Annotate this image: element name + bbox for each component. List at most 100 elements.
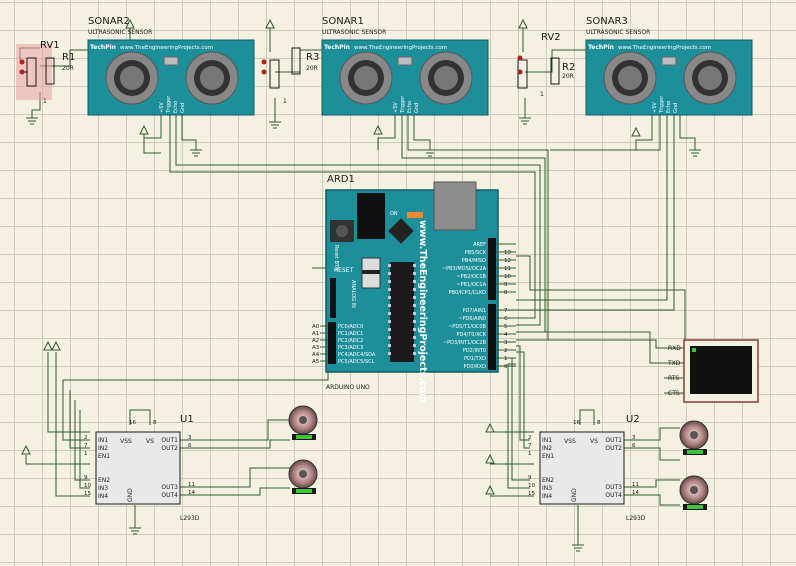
digital-header-bottom — [488, 304, 496, 370]
board-url: www.TheEngineeringProjects.com — [417, 220, 428, 403]
chip-pin-number: 16 — [129, 420, 136, 426]
digital-pin-number: 12 — [504, 258, 511, 264]
motor-indicator — [687, 505, 703, 509]
digital-pin-number: 4 — [504, 332, 508, 338]
chip-part: L293D — [626, 515, 646, 522]
chip-pin-number: 15 — [84, 491, 91, 497]
sonar-brand: TechPin — [324, 44, 350, 51]
motor-3[interactable] — [679, 420, 709, 455]
chip-ref: U1 — [180, 414, 194, 425]
analog-pin-label: PC2/ADC2 — [338, 338, 363, 344]
sonar-brand: TechPin — [588, 44, 614, 51]
chip-pin-number: 16 — [573, 420, 580, 426]
motor-2[interactable] — [288, 459, 318, 494]
sonar-url: www.TheEngineeringProjects.com — [120, 45, 213, 51]
resistor-value: 20R — [306, 65, 318, 72]
pin-number: 1 — [540, 91, 544, 98]
sonar-url: www.TheEngineeringProjects.com — [618, 45, 711, 51]
chip-pin-label: VS — [590, 438, 598, 445]
digital-pin-label: PB0/ICP1/CLKO — [449, 290, 486, 296]
chip-pin-number: 6 — [188, 443, 192, 449]
virtual-terminal[interactable]: RXD TXD RTS CTS — [664, 339, 759, 403]
potentiometer-rv2[interactable]: RV2 R2 20R 1 — [517, 32, 576, 98]
potentiometer-rv1[interactable]: RV1 R1 20R 1 — [16, 40, 75, 105]
terminal-pin-cts: CTS — [668, 390, 680, 397]
sonar3-sensor[interactable]: SONAR3 ULTRASONIC SENSOR TechPin www.The… — [585, 16, 753, 116]
analog-pin-number: A3 — [312, 345, 320, 351]
arduino-ref: ARD1 — [327, 174, 355, 185]
digital-pin-label: PD2/INT0 — [463, 348, 486, 354]
chip-pin-label: IN4 — [542, 493, 552, 500]
on-label: ON — [390, 211, 398, 217]
atmega-chip — [390, 262, 414, 362]
terminal-cursor — [692, 348, 696, 352]
sonar-ref: SONAR1 — [322, 16, 364, 27]
digital-pin-number: 6 — [504, 316, 508, 322]
digital-pin-number: 11 — [504, 266, 511, 272]
chip-pin-label: IN1 — [98, 437, 108, 444]
chip-pin-number: 14 — [632, 490, 639, 496]
digital-pin-number: 3 — [504, 340, 508, 346]
l293d-driver-u2[interactable]: U2 L293D GND IN1 2 IN2 7 EN1 1 EN2 9 IN3 10 IN4 15 O… — [528, 414, 646, 522]
chip-part: L293D — [180, 515, 200, 522]
resistor-ref: R1 — [62, 52, 75, 63]
sonar-pin-gnd: Gnd — [180, 103, 186, 113]
sonar1-sensor[interactable]: SONAR1 ULTRASONIC SENSOR TechPin www.The… — [321, 16, 489, 116]
chip-pin-label: OUT2 — [161, 445, 178, 452]
digital-pin-label: ~PD3/INT1/OC2B — [443, 340, 487, 346]
sonar-pin-echo: Echo — [666, 101, 672, 113]
reset-pin-label: RESET — [334, 267, 354, 274]
sonar-url: www.TheEngineeringProjects.com — [354, 45, 447, 51]
sonar2-sensor[interactable]: SONAR2 ULTRASONIC SENSOR TechPin www.The… — [87, 16, 255, 116]
chip-pin-number: 9 — [84, 475, 88, 481]
sonar-pin-vcc: +5V — [652, 102, 658, 113]
chip-pin-label: VSS — [564, 438, 576, 445]
analog-pin-number: A5 — [312, 359, 320, 365]
chip-pin-number: 1 — [528, 451, 532, 457]
pin-number: 1 — [43, 98, 47, 105]
chip-pin-number: 6 — [632, 443, 636, 449]
sonar-pin-echo: Echo — [173, 101, 179, 113]
chip-pin-label: IN3 — [542, 485, 552, 492]
schematic-diagram: RV1 R1 20R 1 R3 20R 1 RV2 R2 20R 1 SONAR… — [16, 16, 759, 552]
terminal-screen — [690, 346, 752, 394]
resistor-ref: R2 — [562, 62, 575, 73]
sonar-pin-trigger: Trigger — [659, 95, 665, 114]
power-jack — [357, 193, 385, 239]
chip-pin-number: 2 — [528, 435, 532, 441]
chip-pin-label: OUT2 — [605, 445, 622, 452]
motor-1[interactable] — [288, 405, 318, 440]
pot-ref: RV1 — [40, 40, 60, 51]
analog-header — [328, 322, 336, 364]
chip-pin-label: EN2 — [98, 477, 110, 484]
chip-pin-label: OUT4 — [161, 492, 178, 499]
chip-pin-label: OUT3 — [161, 484, 178, 491]
digital-pin-number: 7 — [504, 308, 508, 314]
chip-pin-label: IN2 — [98, 445, 108, 452]
on-led — [407, 212, 423, 218]
chip-pin-label: IN3 — [98, 485, 108, 492]
chip-pin-number: 2 — [84, 435, 88, 441]
digital-pin-number: 10 — [504, 274, 511, 280]
chip-pin-number: 1 — [84, 451, 88, 457]
digital-pin-label: PB4/MISO — [462, 258, 486, 264]
terminal-pin-rxd: RXD — [668, 345, 681, 352]
potentiometer-r3[interactable]: R3 20R 1 — [261, 47, 320, 105]
analog-pin-label: PC3/ADC3 — [338, 345, 363, 351]
digital-pin-number: 1 — [504, 356, 508, 362]
digital-pin-number: 8 — [504, 290, 508, 296]
chip-pin-label: IN1 — [542, 437, 552, 444]
digital-pin-number: 13 — [504, 250, 511, 256]
analog-pin-label: PC1/ADC1 — [338, 331, 363, 337]
digital-pin-label: ~PD5/T1/OC0B — [448, 324, 486, 330]
chip-pin-label: OUT1 — [161, 437, 178, 444]
resistor-ref: R3 — [306, 52, 319, 63]
terminal-pin-txd: TXD — [667, 360, 681, 367]
l293d-driver-u1[interactable]: U1 L293D GND IN1 2 IN2 7 EN1 1 EN2 9 IN3 10 IN4 15 O… — [84, 414, 200, 522]
sonar-pin-vcc: +5V — [393, 102, 399, 113]
motor-4[interactable] — [679, 475, 709, 510]
chip-pin-number: 11 — [188, 482, 195, 488]
arduino-uno-board[interactable]: ARD1 Reset BTN ON www.TheEngineeringProj… — [312, 174, 516, 403]
sonar-subtitle: ULTRASONIC SENSOR — [586, 29, 650, 36]
digital-pin-number: 0 — [504, 364, 508, 370]
